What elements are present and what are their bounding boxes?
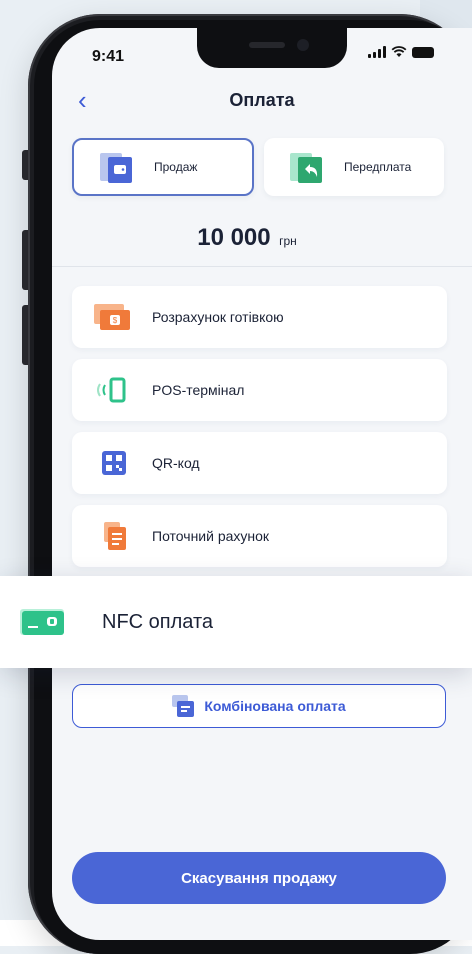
combined-payment-icon — [172, 695, 195, 717]
combined-payment-button[interactable]: Комбінована оплата — [72, 684, 446, 728]
camera — [297, 39, 309, 51]
tab-sale[interactable]: Продаж — [72, 138, 254, 196]
tab-prepayment-label: Передплата — [344, 160, 412, 174]
method-nfc[interactable]: NFC оплата — [0, 576, 472, 668]
battery-icon — [412, 46, 434, 58]
method-cash[interactable]: $ Розрахунок готівкою — [72, 286, 447, 348]
tab-sale-label: Продаж — [154, 160, 198, 174]
status-icons — [368, 46, 434, 58]
wallet-icon — [100, 149, 136, 185]
method-pos-terminal[interactable]: POS-термінал — [72, 359, 447, 421]
divider — [52, 266, 472, 267]
tab-prepayment[interactable]: Передплата — [264, 138, 444, 196]
method-qr-code-label: QR-код — [152, 455, 200, 471]
method-nfc-label: NFC оплата — [102, 610, 214, 633]
amount-currency: грн — [279, 234, 297, 248]
amount-value: 10 000 — [197, 224, 271, 251]
cellular-signal-icon — [368, 46, 386, 58]
notch — [197, 28, 347, 68]
cash-icon: $ — [94, 302, 134, 332]
cancel-sale-button[interactable]: Скасування продажу — [72, 852, 446, 904]
page-title: Оплата — [229, 90, 295, 110]
pos-terminal-icon — [94, 375, 134, 405]
cancel-sale-label: Скасування продажу — [181, 869, 337, 887]
method-current-account[interactable]: Поточний рахунок — [72, 505, 447, 567]
phone-screen: 9:41 ‹ Оплата Продаж Передплата 10 000 г… — [52, 28, 472, 940]
nfc-card-icon — [20, 607, 72, 637]
speaker — [249, 42, 285, 48]
method-current-account-label: Поточний рахунок — [152, 528, 270, 544]
return-arrow-icon — [290, 149, 326, 185]
status-time: 9:41 — [92, 48, 125, 65]
svg-text:$: $ — [113, 316, 118, 325]
document-icon — [94, 521, 134, 551]
qr-code-icon — [94, 448, 134, 478]
amount-display: 10 000 грн — [52, 224, 442, 252]
method-pos-terminal-label: POS-термінал — [152, 382, 245, 398]
wifi-icon — [391, 46, 407, 57]
method-cash-label: Розрахунок готівкою — [152, 309, 284, 325]
combined-payment-label: Комбінована оплата — [204, 698, 346, 714]
method-qr-code[interactable]: QR-код — [72, 432, 447, 494]
